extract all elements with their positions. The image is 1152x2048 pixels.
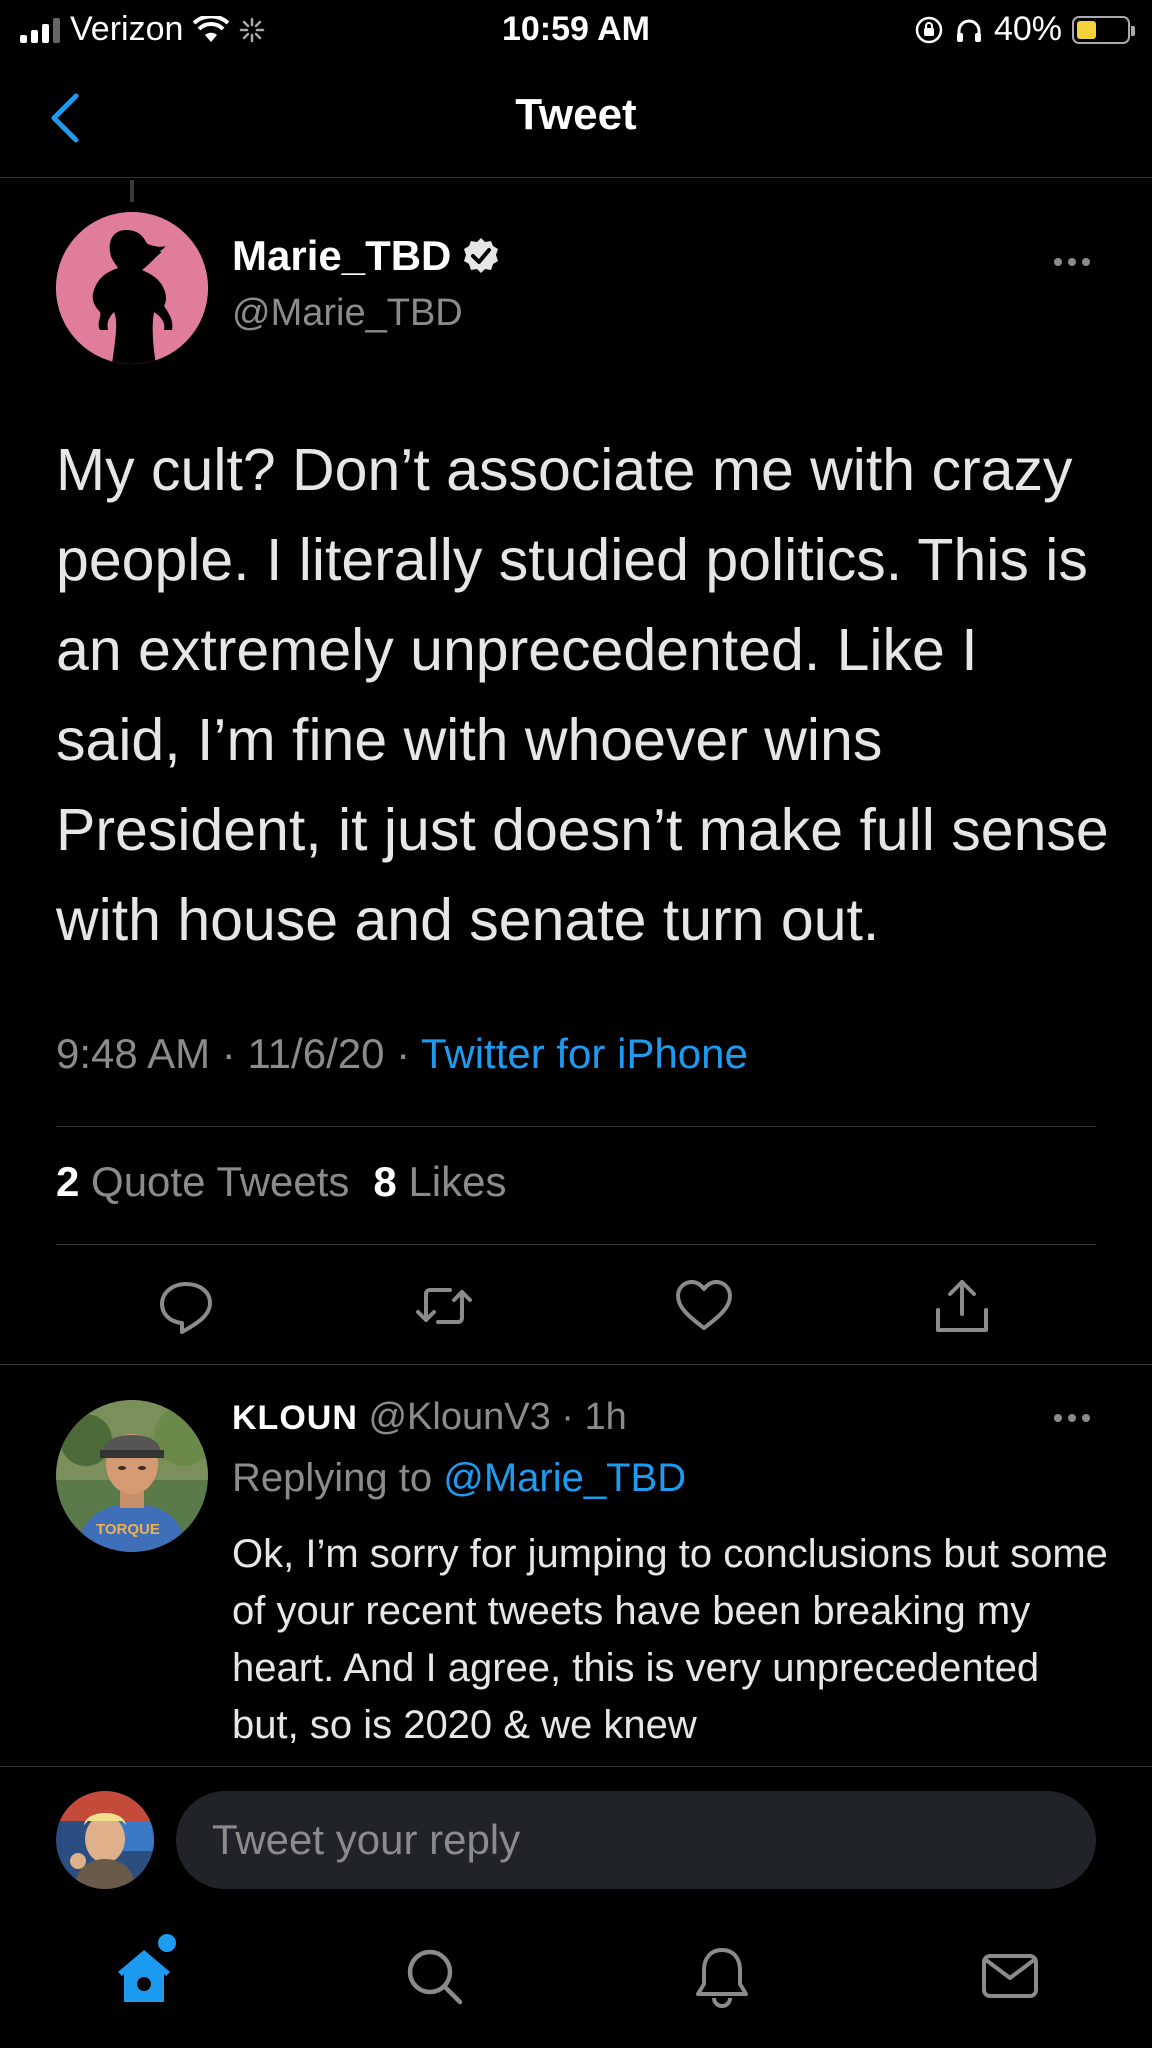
reply-avatar-photo: TORQUE <box>56 1400 208 1552</box>
tweet-source-link[interactable]: Twitter for iPhone <box>421 1030 748 1077</box>
headphones-icon <box>956 19 981 42</box>
like-label: Likes <box>408 1158 507 1205</box>
tab-bar <box>0 1900 1152 2048</box>
thread-connector-line <box>130 180 134 202</box>
reply-more-options-icon[interactable] <box>1050 1408 1094 1428</box>
reply-author-avatar[interactable]: TORQUE <box>56 1400 208 1552</box>
replying-prefix: Replying to <box>232 1456 433 1500</box>
current-user-photo <box>56 1791 154 1889</box>
header: Tweet <box>0 62 1152 178</box>
tweet-date: 11/6/20 <box>247 1030 385 1077</box>
home-icon[interactable] <box>112 1944 176 2008</box>
compose-bar <box>0 1766 1152 1896</box>
page-title: Tweet <box>515 90 637 139</box>
battery-icon <box>1072 15 1135 44</box>
tweet-text: My cult? Don’t associate me with crazy p… <box>56 437 1109 953</box>
verified-badge-icon <box>464 238 499 273</box>
status-bar: Verizon 10:59 AM 40% <box>0 0 1152 60</box>
divider <box>56 1126 1096 1127</box>
divider <box>56 1244 1096 1245</box>
silhouette-image <box>56 212 208 364</box>
tweet-stats: 2 Quote Tweets 8 Likes <box>56 1158 507 1206</box>
meta-separator: · <box>221 1030 248 1077</box>
reply-handle[interactable]: @KlounV3 <box>368 1396 550 1438</box>
meta-separator: · <box>396 1030 422 1077</box>
tweet-meta: 9:48 AM · 11/6/20 · Twitter for iPhone <box>56 1030 748 1078</box>
like-count: 8 <box>373 1158 397 1205</box>
like-icon[interactable] <box>674 1276 734 1336</box>
tweet-time: 9:48 AM <box>56 1030 211 1077</box>
author-display-name[interactable]: Marie_TBD <box>232 232 451 280</box>
section-divider <box>0 1364 1152 1365</box>
battery-percent: 40% <box>993 10 1062 48</box>
messages-icon[interactable] <box>978 1944 1042 2008</box>
author-handle[interactable]: @Marie_TBD <box>232 292 463 335</box>
author-name-row: Marie_TBD <box>232 232 501 280</box>
meta-separator: · <box>550 1396 585 1438</box>
reply-input[interactable] <box>176 1791 1096 1889</box>
retweet-icon[interactable] <box>414 1276 474 1336</box>
orientation-lock-icon <box>915 16 943 43</box>
quote-tweets-stat[interactable]: 2 Quote Tweets <box>56 1158 349 1206</box>
reply-age: 1h <box>584 1396 627 1438</box>
replying-to-line: Replying to @Marie_TBD <box>232 1456 686 1501</box>
current-user-avatar <box>56 1791 154 1889</box>
home-notification-dot <box>158 1934 176 1952</box>
shirt-text: TORQUE <box>96 1521 160 1538</box>
notifications-icon[interactable] <box>690 1944 754 2008</box>
replying-mention-link[interactable]: @Marie_TBD <box>443 1456 686 1500</box>
reply-icon[interactable] <box>156 1276 216 1336</box>
reply-header: KLOUN @KlounV3 · 1h <box>232 1396 627 1439</box>
status-right: 40% <box>914 10 1135 49</box>
search-icon[interactable] <box>402 1944 466 2008</box>
quote-count: 2 <box>56 1158 80 1205</box>
author-avatar[interactable] <box>56 212 208 364</box>
reply-text: Ok, I’m sorry for jumping to conclusions… <box>232 1532 1108 1747</box>
more-options-icon[interactable] <box>1050 252 1094 272</box>
reply-display-name[interactable]: KLOUN <box>232 1399 358 1437</box>
share-icon[interactable] <box>932 1276 992 1336</box>
quote-label: Quote Tweets <box>91 1158 350 1205</box>
likes-stat[interactable]: 8 Likes <box>373 1158 506 1206</box>
